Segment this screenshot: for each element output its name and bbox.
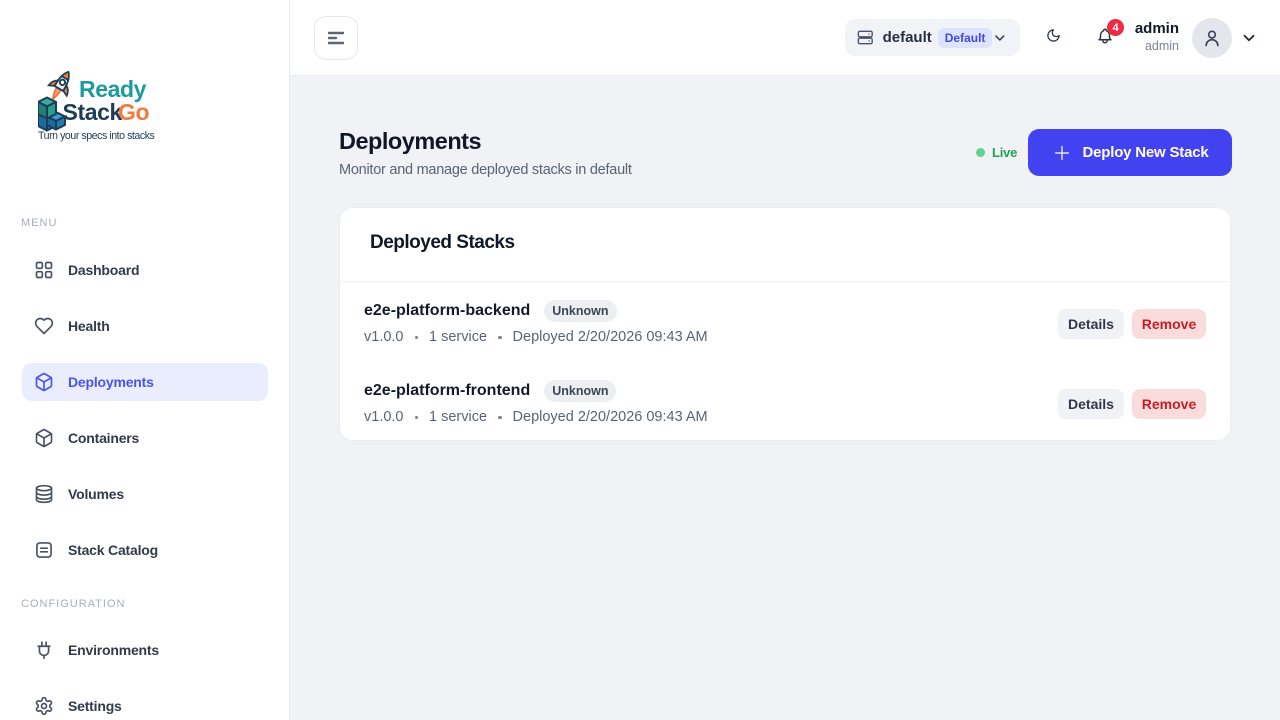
svg-text:Turn your specs into stacks: Turn your specs into stacks — [38, 130, 155, 142]
svg-text:Go: Go — [118, 99, 149, 125]
svg-text:Stack: Stack — [63, 99, 123, 125]
